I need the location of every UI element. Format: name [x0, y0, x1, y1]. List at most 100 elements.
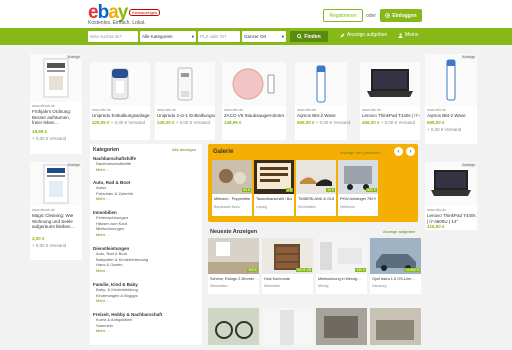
gallery-price: 2 € [286, 188, 293, 192]
gallery-item-title: Tauschbarschaft / Bürozeit [256, 197, 292, 201]
recent-ad[interactable]: 450 € Mietwohnung in Merzig… Merzig [316, 238, 367, 294]
product-card[interactable]: Anzeige www.ebook.de Frühjahrs Ordnung: … [30, 54, 82, 154]
kleinanzeigen-badge: Kleinanzeigen [129, 9, 161, 16]
recent-ad[interactable]: 490 € Schöne, Ruhige 2 Zimmer… Wiesbaden [208, 238, 259, 294]
recent-ad[interactable] [262, 308, 313, 345]
more-link[interactable]: Mehr ... [96, 328, 162, 333]
arrow-right-icon[interactable]: › [406, 147, 415, 156]
recent-ad[interactable]: 15.800 € Opel Astra 1,6 GS-Line… Hamburg [370, 238, 421, 294]
product-title[interactable]: Aqmos BM-2 Wave [297, 113, 347, 119]
product-card[interactable]: www.otto.de ZACO V6 Staubsaugerroboter… … [222, 62, 286, 140]
more-link[interactable]: Mehr ... [96, 232, 128, 237]
gallery-item[interactable]: 60 € Mitmach - Puppentheater Bernkastel-… [212, 160, 252, 216]
gallery-item[interactable]: 2 € Tauschbarschaft / Bürozeit Leipzig [254, 160, 294, 216]
shipping-label: + 0,00 € Versand [175, 120, 210, 125]
my-account-label: Meins [405, 32, 419, 38]
seller-label: www.otto.de [92, 108, 112, 112]
subcategory-link[interactable]: Baby- & Kinderkleidung [96, 287, 138, 293]
post-ad-link[interactable]: Anzeige aufgeben [340, 32, 387, 38]
more-link[interactable]: Mehr ... [96, 167, 136, 172]
my-account-link[interactable]: Meins [398, 32, 418, 38]
login-button[interactable]: Einloggen [380, 9, 422, 22]
subcategory-link[interactable]: Nachbarschaftshilfe [96, 161, 136, 167]
recent-ad[interactable] [370, 308, 421, 345]
gallery-item-title: TIMBERLAND & GUESS Schuhe [298, 197, 334, 201]
login-label: Einloggen [392, 12, 417, 19]
more-link[interactable]: Mehr ... [96, 268, 148, 273]
shipping-label: + 0,00 € Versand [110, 120, 145, 125]
product-card[interactable]: Anzeige www.otto.de Lenovo ThinkPad T440… [425, 162, 477, 230]
gallery-item-title: PKW Anhänger 750 Kg [340, 197, 376, 201]
shipping-label: + 0,00 € Versand [427, 127, 462, 132]
product-image [30, 54, 82, 102]
search-input[interactable]: Was suchst du? [88, 31, 138, 42]
recent-ad-title: Schöne, Ruhige 2 Zimmer… [210, 277, 258, 281]
recent-ads-title: Neueste Anzeigen [210, 229, 258, 235]
product-title[interactable]: Unipredo Entkalkungsanlage 2… [92, 113, 150, 119]
recent-ad-image [208, 308, 259, 345]
gallery-title: Galerie [213, 149, 234, 155]
location-input[interactable]: PLZ oder Ort [198, 31, 240, 42]
gallery-place-ad-link[interactable]: Anzeige hier platzieren [340, 150, 381, 155]
register-button[interactable]: Registrieren [323, 9, 363, 22]
radius-select[interactable]: Ganzer Ort ▾ [242, 31, 286, 42]
product-title[interactable]: Lenovo ThinkPad T440s | i7-4600U | 14" [362, 113, 420, 119]
recent-ad-location: Hamburg [372, 284, 387, 288]
subcategory-link[interactable]: Ferienwohnungen [96, 215, 128, 221]
anzeige-tag: Anzeige [66, 163, 81, 167]
more-link[interactable]: Mehr ... [96, 196, 133, 201]
recent-ad-location: Mannheim [264, 284, 281, 288]
tagline: Kostenlos. Einfach. Lokal. [88, 20, 146, 26]
product-card[interactable]: Anzeige www.ebook.de Magic Cleaning: Wie… [30, 162, 82, 260]
product-image [90, 62, 150, 106]
seller-label: www.otto.de [297, 108, 317, 112]
product-title[interactable]: Lenovo ThinkPad T440s | i7-4600U | 14" [427, 213, 477, 224]
product-title[interactable]: Aqmos BM-2 Wave [427, 113, 477, 119]
gallery-price: 30 € [326, 188, 335, 192]
find-button[interactable]: Finden [290, 31, 328, 42]
anzeige-tag: Anzeige [461, 163, 476, 167]
product-price: 249,00 € [157, 120, 175, 125]
categories-all-link[interactable]: Alle anzeigen [172, 147, 196, 152]
category-block: Dienstleistungen Auto, Rad & Boot Babysi… [93, 246, 148, 273]
pencil-icon [340, 33, 345, 37]
product-image [425, 162, 477, 206]
product-price-line: 659,00 € + 0,00 € Versand [297, 120, 350, 125]
recent-ad-location: Wiesbaden [210, 284, 228, 288]
product-title[interactable]: Frühjahrs Ordnung: Besser aufräumen, fre… [32, 109, 80, 126]
recent-ad[interactable] [208, 308, 259, 345]
product-image [30, 162, 82, 206]
product-card[interactable]: www.otto.de Unipredo Entkalkungsanlage 2… [90, 62, 150, 140]
category-block: Auto, Rad & Boot Autos Fahrräder & Zubeh… [93, 180, 133, 201]
seller-label: www.otto.de [427, 108, 447, 112]
seller-label: www.ebook.de [32, 208, 55, 212]
arrow-left-icon[interactable]: ‹ [394, 147, 403, 156]
more-link[interactable]: Mehr ... [96, 298, 138, 303]
recent-ad-price: 260 € VB [295, 268, 312, 272]
seller-label: www.otto.de [224, 108, 244, 112]
gallery-item[interactable]: 650 € PKW Anhänger 750 Kg Heilbronn [338, 160, 378, 216]
recent-ad-image [262, 308, 313, 345]
seller-label: www.otto.de [157, 108, 177, 112]
anzeige-tag: Anzeige [461, 55, 476, 59]
category-block: Immobilien Ferienwohnungen Häuser zum Ka… [93, 210, 128, 237]
seller-label: www.otto.de [362, 108, 382, 112]
product-title[interactable]: ZACO V6 Staubsaugerroboter… [224, 113, 286, 119]
product-price-line: 249,00 € + 0,00 € Versand [157, 120, 210, 125]
product-card[interactable]: www.otto.de Lenovo ThinkPad T440s | i7- 4… [360, 62, 420, 140]
category-select[interactable]: Alle Kategorien ▾ [140, 31, 196, 42]
product-title[interactable]: Magic Cleaning: Wie Wohnung und Seele au… [32, 213, 80, 235]
recent-ad[interactable] [316, 308, 367, 345]
product-card[interactable]: Anzeige www.otto.de Aqmos BM-2 Wave 659,… [425, 54, 477, 144]
recent-post-ad-link[interactable]: Anzeige aufgeben [383, 229, 415, 234]
product-title[interactable]: Unipredo 2-in-1 Entkalkungsanlage i… [157, 113, 215, 119]
find-label: Finden [304, 33, 321, 40]
search-bar: Was suchst du? Alle Kategorien ▾ PLZ oder… [0, 28, 512, 45]
category-block: Nachbarschaftshilfe Nachbarschaftshilfe … [93, 156, 136, 172]
or-label: oder [366, 13, 377, 19]
product-card[interactable]: www.otto.de Unipredo 2-in-1 Entkalkungsa… [155, 62, 215, 140]
subcategory-link[interactable]: Mietwohnungen [96, 226, 128, 232]
product-card[interactable]: www.otto.de Aqmos BM-2 Wave 659,00 € + 0… [295, 62, 350, 140]
gallery-item[interactable]: 30 € TIMBERLAND & GUESS Schuhe Kirchhatt… [296, 160, 336, 216]
recent-ad[interactable]: 260 € VB Holz Kommode Mannheim [262, 238, 313, 294]
